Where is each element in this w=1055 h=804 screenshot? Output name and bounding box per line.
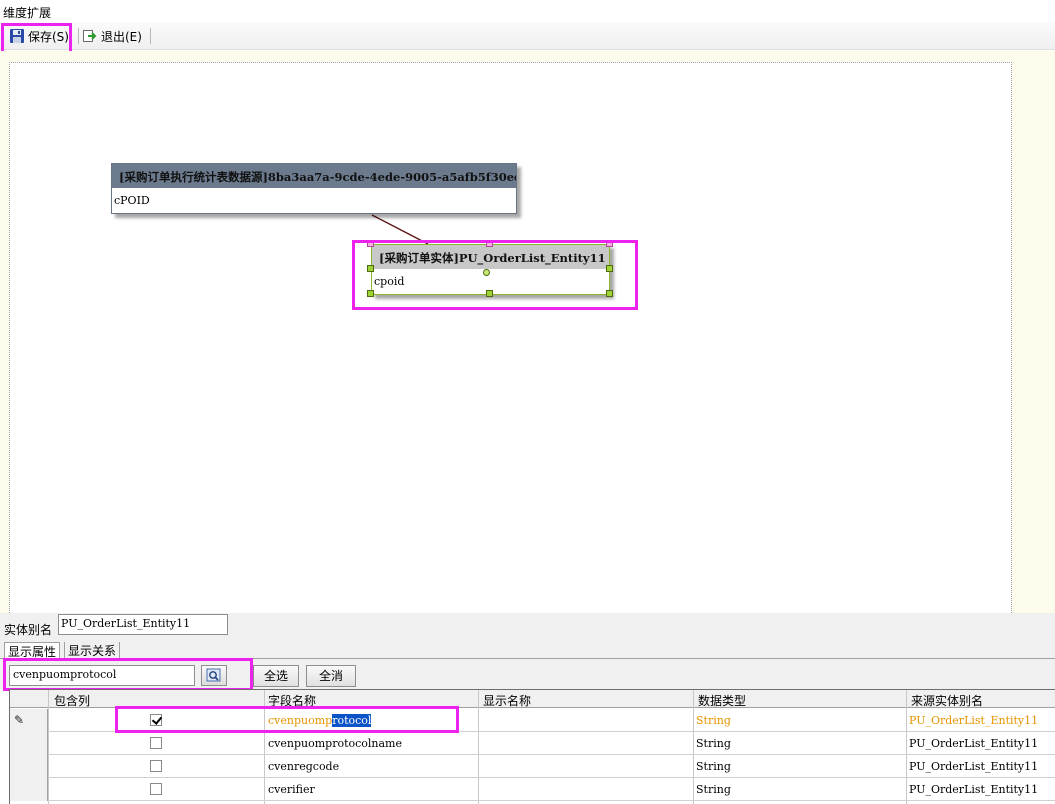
row-header[interactable] bbox=[10, 778, 48, 801]
column-header-data-type[interactable]: 数据类型 bbox=[698, 692, 746, 709]
window-title-bar: 维度扩展 bbox=[0, 0, 1055, 22]
data-type-cell[interactable]: String bbox=[696, 737, 731, 750]
entity-datasource[interactable]: [采购订单执行统计表数据源]8ba3aa7a-9cde-4ede-9005-a5… bbox=[111, 163, 517, 214]
resize-handle[interactable] bbox=[606, 265, 613, 272]
tab-display-relations[interactable]: 显示关系 bbox=[64, 642, 121, 659]
row-header[interactable] bbox=[10, 732, 48, 755]
tab-strip: 显示属性 显示关系 bbox=[0, 640, 1055, 660]
source-alias-cell[interactable]: PU_OrderList_Entity11 bbox=[909, 760, 1038, 773]
include-checkbox[interactable] bbox=[150, 760, 162, 772]
alias-row: 实体别名 PU_OrderList_Entity11 bbox=[0, 613, 1055, 640]
toolbar: 保存(S) 退出(E) bbox=[0, 22, 1055, 50]
filter-search-button[interactable] bbox=[201, 665, 227, 686]
alias-field[interactable]: PU_OrderList_Entity11 bbox=[58, 614, 228, 635]
fields-grid: 包含列 字段名称 显示名称 数据类型 来源实体别名 ✎ cvenpuomproto… bbox=[9, 689, 1055, 804]
entity-order-list[interactable]: [采购订单实体]PU_OrderList_Entity11 cpoid bbox=[371, 244, 610, 295]
field-name-cell[interactable]: cverifier bbox=[268, 783, 315, 796]
toolbar-separator bbox=[150, 28, 151, 44]
data-type-cell[interactable]: String bbox=[696, 760, 731, 773]
field-name-text: cvenregcode bbox=[268, 760, 340, 773]
tab-display-attributes[interactable]: 显示属性 bbox=[4, 642, 61, 660]
window-title: 维度扩展 bbox=[3, 6, 52, 20]
exit-arrow-icon bbox=[82, 28, 98, 44]
clear-all-button[interactable]: 全消 bbox=[306, 665, 356, 687]
resize-handle[interactable] bbox=[486, 240, 493, 247]
source-alias-cell[interactable]: PU_OrderList_Entity11 bbox=[909, 783, 1038, 796]
entity-title: [采购订单执行统计表数据源]8ba3aa7a-9cde-4ede-9005-a5… bbox=[112, 164, 516, 188]
designer-area: [采购订单执行统计表数据源]8ba3aa7a-9cde-4ede-9005-a5… bbox=[0, 51, 1055, 613]
design-canvas[interactable]: [采购订单执行统计表数据源]8ba3aa7a-9cde-4ede-9005-a5… bbox=[9, 62, 1012, 613]
floppy-disk-icon bbox=[9, 28, 25, 44]
grid-header: 包含列 字段名称 显示名称 数据类型 来源实体别名 bbox=[10, 690, 1055, 708]
field-name-text: cvenpuomprotocolname bbox=[268, 737, 402, 750]
source-alias-cell[interactable]: PU_OrderList_Entity11 bbox=[909, 714, 1038, 727]
column-header-source-alias[interactable]: 来源实体别名 bbox=[911, 692, 983, 709]
toolbar-separator bbox=[78, 28, 79, 44]
exit-label: 退出(E) bbox=[101, 29, 142, 44]
rotate-handle[interactable] bbox=[483, 269, 490, 276]
resize-handle[interactable] bbox=[606, 240, 613, 247]
column-header-display-name[interactable]: 显示名称 bbox=[483, 692, 531, 709]
table-row[interactable]: cvenregcode String PU_OrderList_Entity11 bbox=[10, 755, 1055, 778]
row-header[interactable]: ✎ bbox=[10, 709, 48, 732]
include-checkbox[interactable] bbox=[150, 783, 162, 795]
select-all-button[interactable]: 全选 bbox=[253, 665, 299, 687]
resize-handle[interactable] bbox=[367, 240, 374, 247]
field-name-selection: rotocol bbox=[332, 714, 372, 727]
entity-title: [采购订单实体]PU_OrderList_Entity11 bbox=[372, 245, 609, 269]
search-icon bbox=[206, 668, 221, 682]
save-label: 保存(S) bbox=[28, 29, 69, 44]
row-header[interactable] bbox=[10, 755, 48, 778]
alias-label: 实体别名 bbox=[4, 623, 53, 637]
resize-handle[interactable] bbox=[367, 265, 374, 272]
table-row[interactable]: cverifier String PU_OrderList_Entity11 bbox=[10, 778, 1055, 801]
column-header-include[interactable]: 包含列 bbox=[54, 692, 90, 709]
field-name-text: cverifier bbox=[268, 783, 315, 796]
pencil-icon: ✎ bbox=[14, 713, 25, 727]
field-name-cell[interactable]: cvenpuomprotocol bbox=[268, 714, 372, 727]
table-row[interactable]: cvenpuomprotocolname String PU_OrderList_E… bbox=[10, 732, 1055, 755]
column-header-field-name[interactable]: 字段名称 bbox=[268, 692, 316, 709]
include-checkbox[interactable] bbox=[150, 714, 162, 726]
resize-handle[interactable] bbox=[606, 290, 613, 297]
field-name-text: cvenpuomp bbox=[268, 714, 333, 727]
field-name-cell[interactable]: cvenpuomprotocolname bbox=[268, 737, 402, 750]
filter-row: cvenpuomprotocol 全选 全消 bbox=[0, 659, 1055, 689]
save-button[interactable]: 保存(S) bbox=[9, 25, 69, 47]
source-alias-cell[interactable]: PU_OrderList_Entity11 bbox=[909, 737, 1038, 750]
include-checkbox[interactable] bbox=[150, 737, 162, 749]
data-type-cell[interactable]: String bbox=[696, 783, 731, 796]
table-row[interactable]: ✎ cvenpuomprotocol String PU_OrderList_Enti… bbox=[10, 709, 1055, 732]
filter-input[interactable]: cvenpuomprotocol bbox=[9, 665, 195, 686]
data-type-cell[interactable]: String bbox=[696, 714, 731, 727]
resize-handle[interactable] bbox=[486, 290, 493, 297]
exit-button[interactable]: 退出(E) bbox=[82, 25, 142, 47]
entity-field[interactable]: cPOID bbox=[112, 188, 516, 213]
resize-handle[interactable] bbox=[367, 290, 374, 297]
field-name-cell[interactable]: cvenregcode bbox=[268, 760, 339, 773]
